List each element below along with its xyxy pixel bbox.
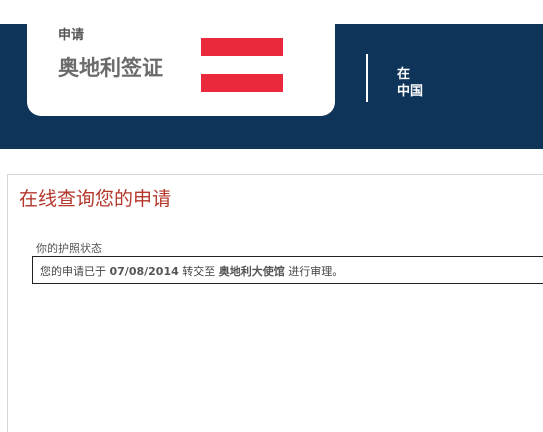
status-label: 你的护照状态	[36, 242, 102, 255]
status-middle: 转交至	[182, 265, 216, 278]
page: 申请 奥地利签证 在 中国 在线查询您的申请 你的护照状态 您的申请已于 07/…	[0, 0, 543, 432]
status-place: 奥地利大使馆	[218, 265, 285, 278]
main-content: 在线查询您的申请 你的护照状态 您的申请已于 07/08/2014 转交至 奥地…	[7, 174, 543, 432]
status-date: 07/08/2014	[109, 265, 179, 278]
austria-flag-icon	[201, 38, 283, 92]
country-label: 在 中国	[397, 66, 423, 100]
status-prefix: 您的申请已于	[40, 265, 106, 278]
header-title: 奥地利签证	[58, 55, 163, 80]
status-box: 您的申请已于 07/08/2014 转交至 奥地利大使馆 进行审理。	[32, 256, 543, 284]
tab-gap	[335, 0, 337, 24]
header-divider	[366, 54, 368, 102]
page-title: 在线查询您的申请	[19, 188, 172, 210]
country-label-line2: 中国	[397, 84, 424, 99]
header: 申请 奥地利签证 在 中国	[0, 0, 543, 149]
header-subtitle: 申请	[58, 28, 85, 43]
status-suffix: 进行审理。	[288, 265, 344, 278]
flag-stripe-top	[201, 38, 283, 56]
country-label-line1: 在	[397, 67, 411, 82]
flag-stripe-middle	[201, 56, 283, 74]
status-message: 您的申请已于 07/08/2014 转交至 奥地利大使馆 进行审理。	[40, 263, 343, 279]
flag-stripe-bottom	[201, 74, 283, 92]
